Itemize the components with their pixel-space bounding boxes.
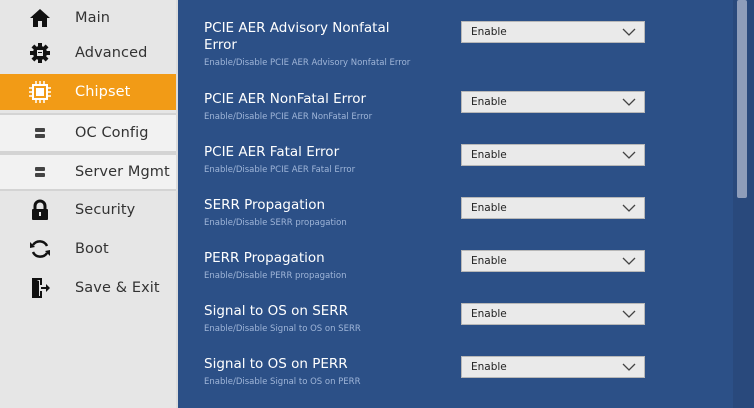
- setting-dropdown[interactable]: Enable: [461, 91, 645, 113]
- chevron-down-icon: [622, 151, 636, 159]
- scrollbar-thumb[interactable]: [737, 0, 747, 198]
- dropdown-value: Enable: [471, 308, 507, 320]
- sidebar-item-label: Chipset: [75, 84, 131, 100]
- sidebar-item-label: OC Config: [75, 125, 149, 141]
- sidebar-item-security[interactable]: Security: [0, 192, 176, 228]
- refresh-icon: [22, 231, 58, 267]
- setting-row: PCIE AER Fatal Error Enable/Disable PCIE…: [204, 144, 744, 175]
- setting-description: Enable/Disable PCIE AER NonFatal Error: [204, 112, 373, 122]
- setting-description: Enable/Disable Signal to OS on PERR: [204, 377, 361, 387]
- lock-icon: [22, 192, 58, 228]
- setting-row: PCIE AER Advisory Nonfatal Error Enable/…: [204, 20, 744, 68]
- dropdown-value: Enable: [471, 26, 507, 38]
- dropdown-value: Enable: [471, 202, 507, 214]
- sidebar-item-label: Server Mgmt: [75, 164, 170, 180]
- sidebar-item-oc-config[interactable]: OC Config: [0, 113, 176, 153]
- scrollbar[interactable]: [733, 0, 754, 408]
- sidebar-item-boot[interactable]: Boot: [0, 231, 176, 267]
- setting-title: Signal to OS on SERR: [204, 303, 349, 319]
- gear-icon: [22, 35, 58, 71]
- setting-row: SERR Propagation Enable/Disable SERR pro…: [204, 197, 744, 228]
- dot-icon: [22, 115, 58, 151]
- sidebar-item-label: Security: [75, 202, 136, 218]
- setting-dropdown[interactable]: Enable: [461, 21, 645, 43]
- setting-description: Enable/Disable SERR propagation: [204, 218, 347, 228]
- setting-description: Enable/Disable Signal to OS on SERR: [204, 324, 361, 334]
- dropdown-value: Enable: [471, 361, 507, 373]
- dot-icon: [22, 154, 58, 190]
- setting-dropdown[interactable]: Enable: [461, 197, 645, 219]
- chevron-down-icon: [622, 310, 636, 318]
- setting-description: Enable/Disable PCIE AER Advisory Nonfata…: [204, 58, 411, 68]
- chevron-down-icon: [622, 257, 636, 265]
- settings-panel: PCIE AER Advisory Nonfatal Error Enable/…: [176, 0, 754, 408]
- setting-row: Signal to OS on PERR Enable/Disable Sign…: [204, 356, 744, 387]
- setting-description: Enable/Disable PCIE AER Fatal Error: [204, 165, 356, 175]
- setting-description: Enable/Disable PERR propagation: [204, 271, 347, 281]
- chevron-down-icon: [622, 28, 636, 36]
- home-icon: [22, 0, 58, 36]
- sidebar-item-label: Advanced: [75, 45, 148, 61]
- setting-dropdown[interactable]: Enable: [461, 144, 645, 166]
- exit-icon: [22, 270, 58, 306]
- sidebar-item-save-exit[interactable]: Save & Exit: [0, 270, 176, 306]
- setting-row: PERR Propagation Enable/Disable PERR pro…: [204, 250, 744, 281]
- chevron-down-icon: [622, 98, 636, 106]
- dropdown-value: Enable: [471, 96, 507, 108]
- chevron-down-icon: [622, 363, 636, 371]
- setting-dropdown[interactable]: Enable: [461, 250, 645, 272]
- sidebar-item-advanced[interactable]: Advanced: [0, 35, 176, 71]
- setting-dropdown[interactable]: Enable: [461, 356, 645, 378]
- chevron-down-icon: [622, 204, 636, 212]
- sidebar-item-label: Save & Exit: [75, 280, 160, 296]
- dropdown-value: Enable: [471, 255, 507, 267]
- sidebar-item-label: Main: [75, 10, 111, 26]
- sidebar-item-server-mgmt[interactable]: Server Mgmt: [0, 153, 176, 191]
- setting-title: PCIE AER Advisory Nonfatal Error: [204, 20, 390, 53]
- setting-title: PCIE AER NonFatal Error: [204, 91, 367, 107]
- setting-dropdown[interactable]: Enable: [461, 303, 645, 325]
- dropdown-value: Enable: [471, 149, 507, 161]
- sidebar: Main Advanced Chipset OC Config Server M…: [0, 0, 176, 408]
- setting-row: PCIE AER NonFatal Error Enable/Disable P…: [204, 91, 744, 122]
- setting-title: SERR Propagation: [204, 197, 326, 213]
- setting-title: PERR Propagation: [204, 250, 325, 266]
- setting-row: Signal to OS on SERR Enable/Disable Sign…: [204, 303, 744, 334]
- sidebar-item-main[interactable]: Main: [0, 0, 176, 36]
- sidebar-item-chipset[interactable]: Chipset: [0, 74, 176, 110]
- setting-title: Signal to OS on PERR: [204, 356, 348, 372]
- setting-title: PCIE AER Fatal Error: [204, 144, 340, 160]
- sidebar-item-label: Boot: [75, 241, 109, 257]
- chip-icon: [22, 74, 58, 110]
